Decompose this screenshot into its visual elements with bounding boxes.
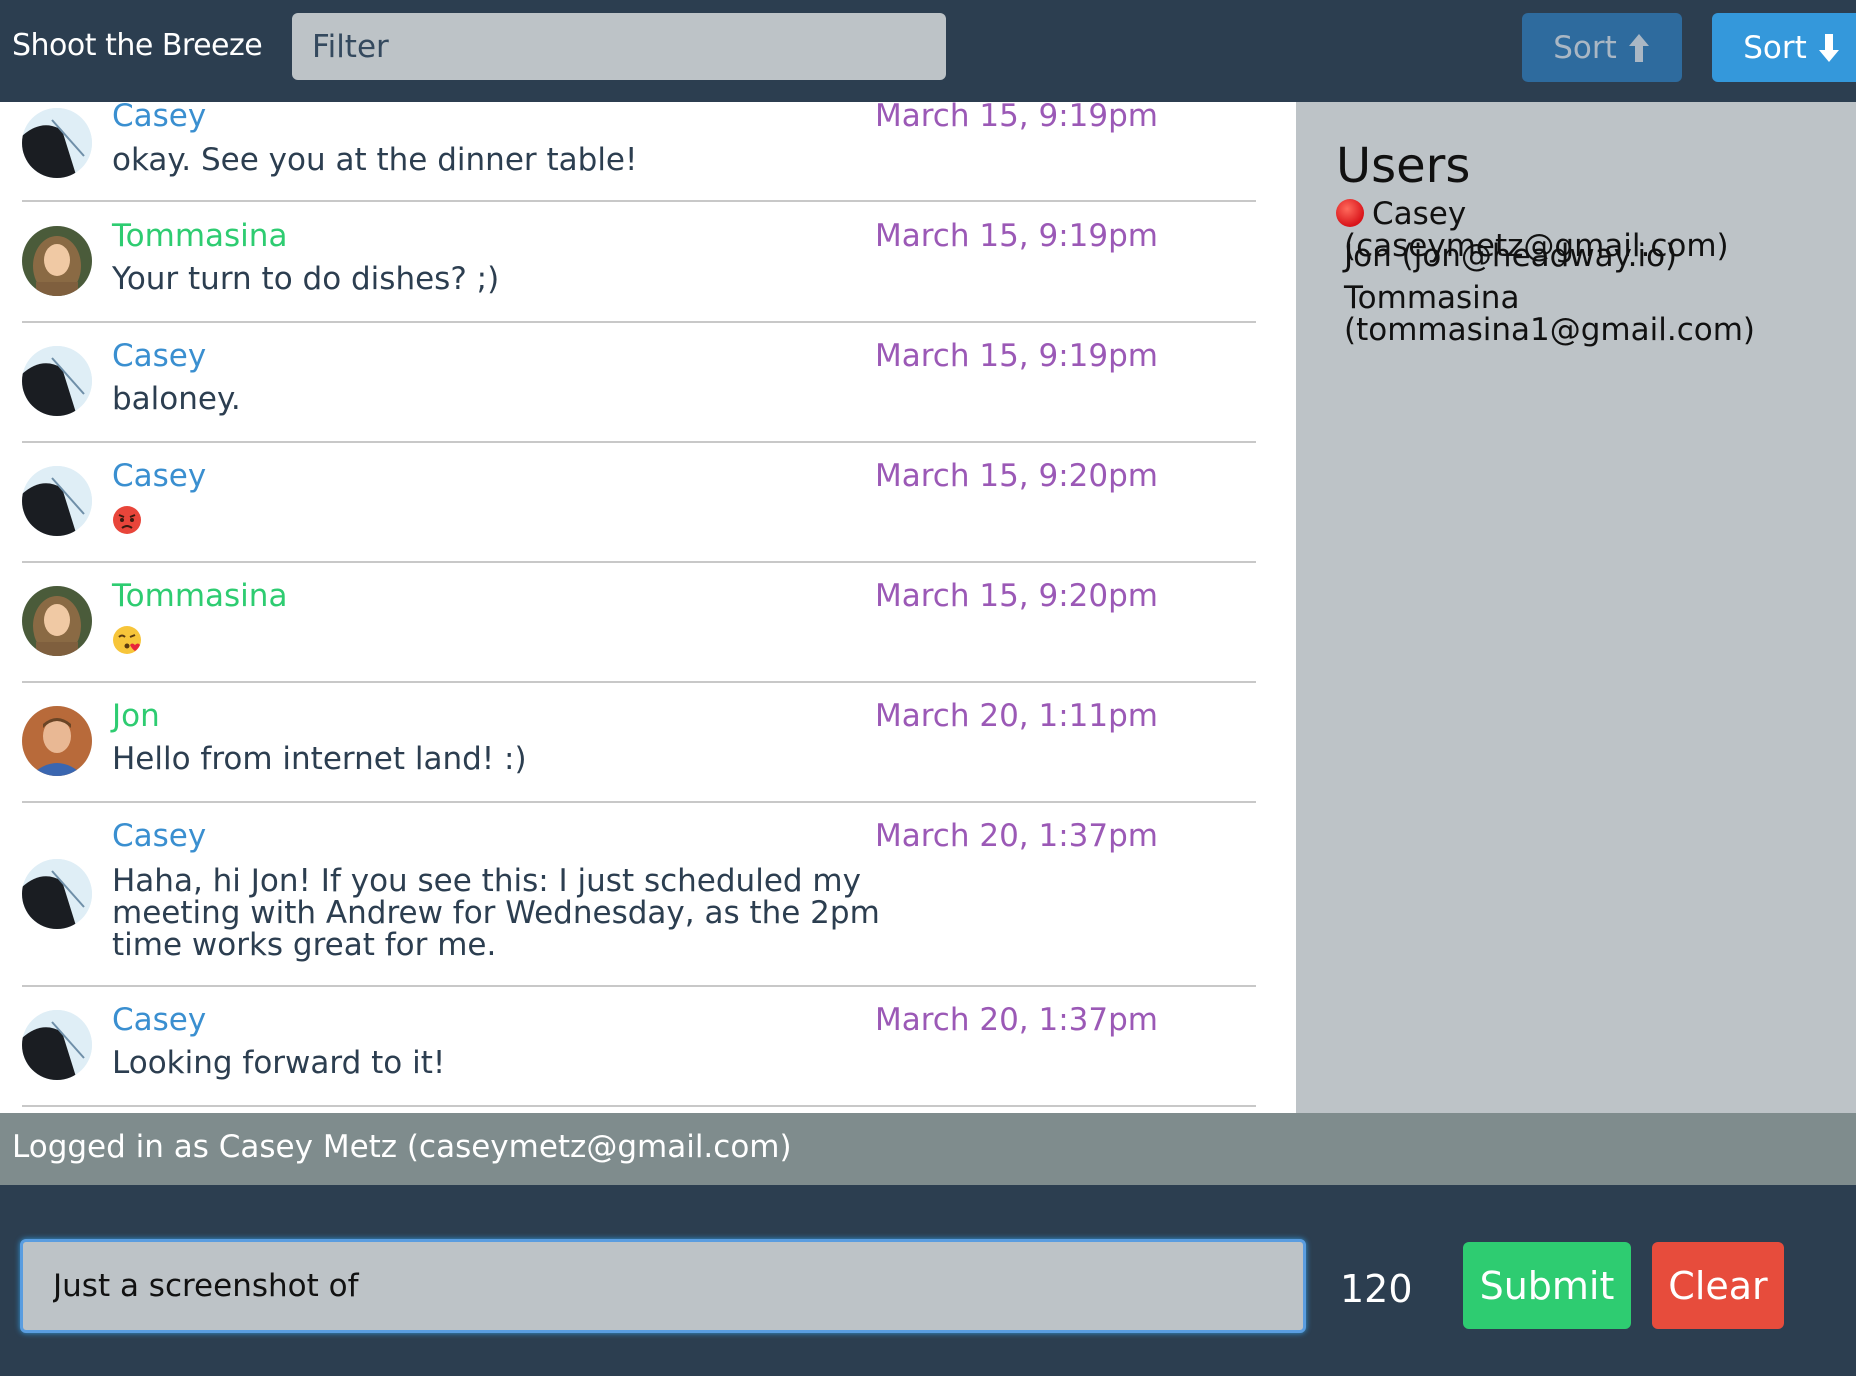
message-author: Casey	[112, 818, 207, 854]
message-text: okay. See you at the dinner table!	[112, 142, 638, 178]
message-time: March 15, 9:19pm	[875, 102, 1158, 134]
filter-input[interactable]	[292, 13, 946, 80]
message-text: Hello from internet land! :)	[112, 741, 527, 777]
message-item: Casey March 15, 9:19pm okay. See you at …	[22, 102, 1256, 202]
login-status-text: Logged in as Casey Metz (caseymetz@gmail…	[12, 1129, 792, 1165]
message-time: March 20, 1:37pm	[875, 818, 1158, 854]
sort-descending-button[interactable]: Sort	[1712, 13, 1856, 82]
sort-ascending-button[interactable]: Sort	[1522, 13, 1682, 82]
message-time: March 20, 1:37pm	[875, 1002, 1158, 1038]
message-time: March 15, 9:20pm	[875, 458, 1158, 494]
message-item: Casey March 15, 9:20pm	[22, 443, 1256, 563]
message-author: Jon	[112, 698, 160, 734]
message-text	[112, 625, 952, 661]
message-time: March 15, 9:19pm	[875, 218, 1158, 254]
message-text: Haha, hi Jon! If you see this: I just sc…	[112, 863, 880, 963]
message-time: March 20, 1:11pm	[875, 698, 1158, 734]
message-text	[112, 505, 952, 541]
sort-ascending-label: Sort	[1553, 29, 1617, 66]
kissing-face-emoji	[113, 626, 141, 654]
message-time: March 15, 9:20pm	[875, 578, 1158, 614]
casey-avatar	[22, 1010, 92, 1080]
message-time: March 15, 9:19pm	[875, 338, 1158, 374]
message-author: Tommasina	[112, 578, 288, 614]
casey-avatar	[22, 346, 92, 416]
message-list[interactable]: Casey March 15, 9:19pm okay. See you at …	[0, 102, 1296, 1113]
arrow-down-icon	[1818, 33, 1839, 62]
message-item: Casey March 20, 1:37pm Looking forward t…	[22, 987, 1256, 1107]
jon-avatar	[22, 706, 92, 776]
message-text: Looking forward to it!	[112, 1045, 446, 1081]
submit-button[interactable]: Submit	[1463, 1242, 1631, 1329]
casey-avatar	[22, 108, 92, 178]
message-item: Tommasina March 15, 9:19pm Your turn to …	[22, 203, 1256, 323]
tommasina-avatar	[22, 226, 92, 296]
message-item: Casey March 15, 9:19pm baloney.	[22, 323, 1256, 443]
character-count: 120	[1340, 1267, 1413, 1311]
message-text: baloney.	[112, 381, 241, 417]
message-author: Tommasina	[112, 218, 288, 254]
users-title: Users	[1336, 138, 1471, 194]
message-author: Casey	[112, 1002, 207, 1038]
user-item[interactable]: Jon (jon@headway.io)	[1344, 240, 1844, 272]
user-label: Tommasina (tommasina1@gmail.com)	[1344, 280, 1755, 348]
sort-descending-label: Sort	[1743, 29, 1807, 66]
message-author: Casey	[112, 102, 207, 134]
message-item: Casey March 20, 1:37pm Haha, hi Jon! If …	[22, 803, 1256, 987]
user-label: Jon (jon@headway.io)	[1344, 238, 1678, 274]
message-author: Casey	[112, 458, 207, 494]
casey-avatar	[22, 466, 92, 536]
casey-avatar	[22, 859, 92, 929]
tommasina-avatar	[22, 586, 92, 656]
users-panel: Users Casey (caseymetz@gmail.com) Jon (j…	[1296, 102, 1856, 1113]
app-title: Shoot the Breeze	[12, 28, 263, 63]
message-item: Tommasina March 15, 9:20pm	[22, 563, 1256, 683]
message-text: Your turn to do dishes? ;)	[112, 261, 500, 297]
arrow-up-icon	[1628, 33, 1649, 62]
message-item: Jon March 20, 1:11pm Hello from internet…	[22, 683, 1256, 803]
message-author: Casey	[112, 338, 207, 374]
clear-button[interactable]: Clear	[1652, 1242, 1784, 1329]
top-bar: Shoot the Breeze Sort Sort	[0, 0, 1856, 102]
status-dot-icon	[1336, 199, 1364, 227]
status-bar: Logged in as Casey Metz (caseymetz@gmail…	[0, 1113, 1856, 1185]
message-input[interactable]	[20, 1239, 1306, 1333]
user-item[interactable]: Tommasina (tommasina1@gmail.com)	[1344, 282, 1784, 346]
compose-area: 120 Submit Clear	[0, 1185, 1856, 1376]
angry-face-emoji	[113, 506, 141, 534]
